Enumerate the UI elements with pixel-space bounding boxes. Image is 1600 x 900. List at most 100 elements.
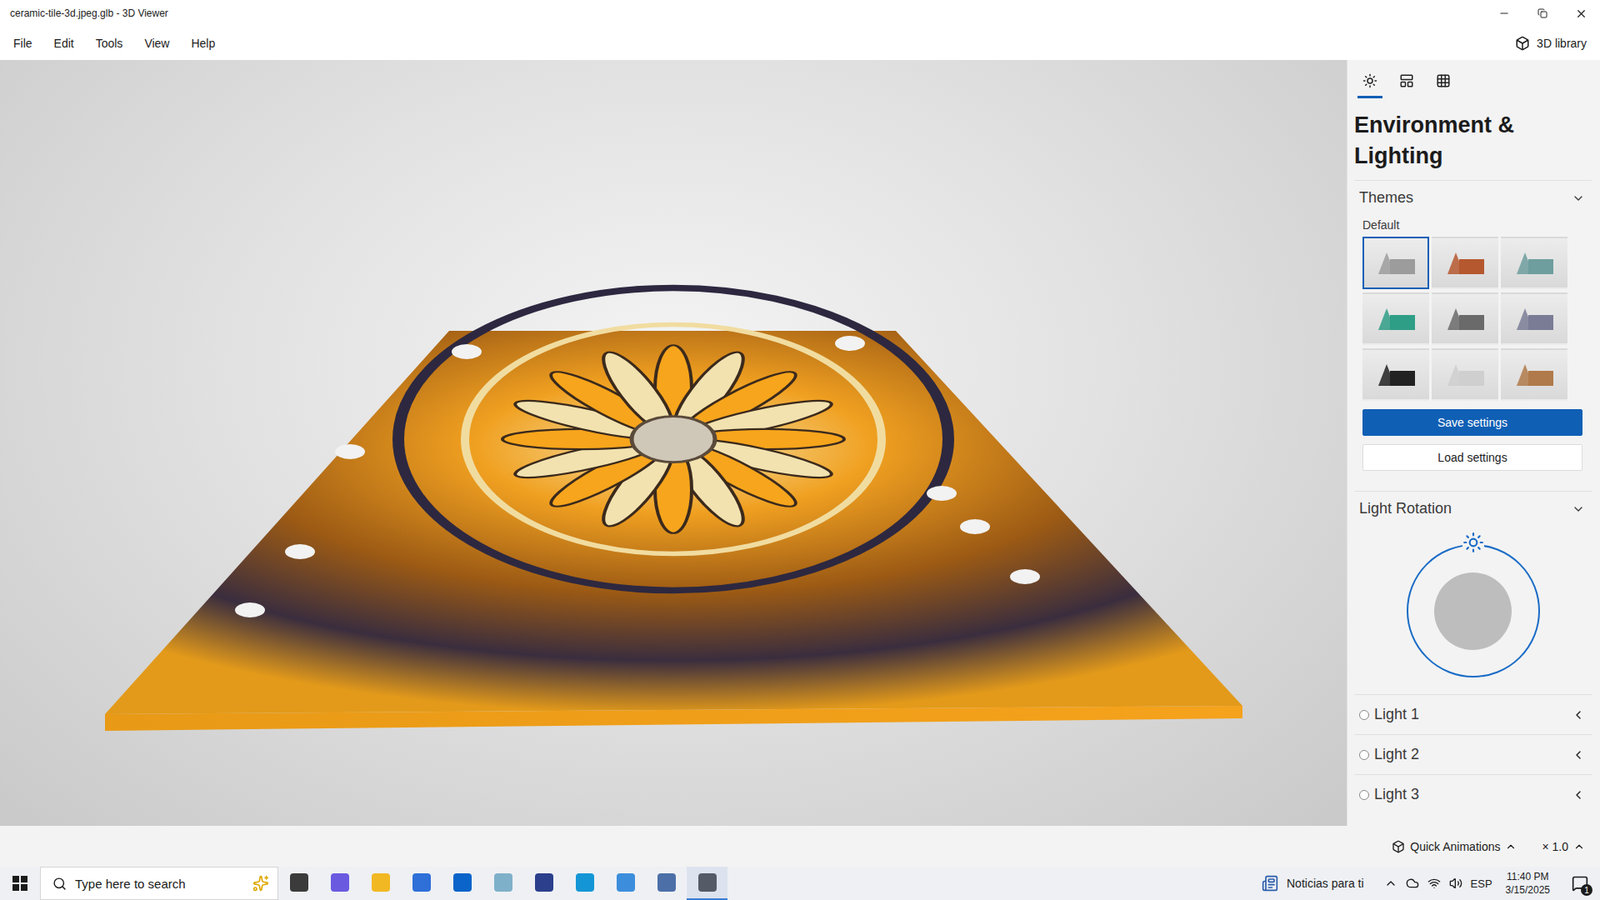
- theme-thumbnail[interactable]: [1431, 236, 1499, 290]
- light-radio[interactable]: [1359, 790, 1370, 800]
- notification-badge: 1: [1580, 884, 1593, 896]
- system-tray: Noticias para ti ESP 11:40 PM3/15/2025 1: [1261, 866, 1600, 900]
- taskbar-app[interactable]: [564, 866, 605, 900]
- light-radio[interactable]: [1359, 750, 1370, 760]
- windows-icon: [12, 875, 28, 891]
- taskbar-app[interactable]: [278, 866, 320, 900]
- taskbar-app[interactable]: [482, 866, 524, 900]
- sparkles-icon: [252, 875, 270, 892]
- taskbar-app[interactable]: [686, 866, 728, 900]
- start-button[interactable]: [0, 866, 40, 900]
- restore-button[interactable]: [1523, 0, 1562, 27]
- theme-preview-icon: [1511, 360, 1557, 390]
- title-bar: ceramic-tile-3d.jpeg.glb - 3D Viewer: [0, 0, 1600, 27]
- chevron-down-icon: [1571, 191, 1585, 205]
- chevron-left-icon: [1571, 748, 1585, 762]
- grid-icon: [1435, 73, 1451, 89]
- taskbar-app[interactable]: [605, 866, 646, 900]
- stats-icon: [1399, 73, 1415, 89]
- light-row[interactable]: Light 2: [1354, 734, 1592, 775]
- language-indicator[interactable]: ESP: [1470, 877, 1493, 890]
- quick-animations-button[interactable]: Quick Animations: [1390, 836, 1519, 857]
- notes-icon: [494, 873, 513, 892]
- taskbar-app[interactable]: [645, 866, 687, 900]
- search-icon: [52, 876, 67, 891]
- light-radio[interactable]: [1359, 710, 1370, 720]
- light-rotation-dial[interactable]: [1406, 544, 1540, 678]
- panel-tab[interactable]: [1357, 65, 1383, 99]
- clock[interactable]: 11:40 PM3/15/2025: [1500, 870, 1555, 897]
- viewport[interactable]: [0, 60, 1347, 826]
- theme-thumbnail[interactable]: [1362, 236, 1430, 290]
- notification-button[interactable]: 1: [1563, 866, 1597, 900]
- minimize-button[interactable]: [1485, 0, 1524, 27]
- load-button[interactable]: Load settings: [1362, 444, 1583, 471]
- news-widget[interactable]: Noticias para ti: [1286, 876, 1365, 890]
- menu-item[interactable]: Tools: [89, 31, 130, 55]
- explorer-icon: [371, 873, 390, 892]
- theme-thumbnail[interactable]: [1431, 292, 1499, 345]
- volume-icon[interactable]: [1449, 876, 1463, 890]
- taskbar-search[interactable]: Type here to search: [40, 866, 279, 900]
- cloud-icon[interactable]: [1405, 876, 1420, 890]
- taskbar-app[interactable]: [441, 866, 483, 900]
- theme-preview-icon: [1373, 305, 1419, 334]
- theme-thumbnail[interactable]: [1500, 348, 1568, 401]
- panel-tab[interactable]: [1430, 65, 1456, 99]
- light-handle[interactable]: [1462, 531, 1485, 554]
- theme-preview-icon: [1511, 305, 1557, 334]
- theme-grid: [1354, 236, 1592, 401]
- chevron-down-icon: [1571, 502, 1585, 516]
- speed-button[interactable]: × 1.0: [1540, 836, 1587, 857]
- panel-tab[interactable]: [1394, 65, 1420, 99]
- panel-title: Environment & Lighting: [1354, 110, 1592, 172]
- theme-preview-icon: [1442, 360, 1488, 390]
- menu-item[interactable]: File: [6, 31, 40, 55]
- menu-item[interactable]: Help: [184, 31, 222, 55]
- themes-header[interactable]: Themes: [1354, 180, 1592, 215]
- theme-preview-icon: [1442, 305, 1488, 334]
- chevron-up-icon[interactable]: [1384, 876, 1398, 890]
- window-title: ceramic-tile-3d.jpeg.glb - 3D Viewer: [10, 7, 1485, 20]
- theme-thumbnail[interactable]: [1362, 292, 1430, 345]
- close-icon: [1575, 7, 1588, 20]
- save-button[interactable]: Save settings: [1362, 409, 1583, 436]
- taskbar-app[interactable]: [319, 866, 360, 900]
- light-rotation-header[interactable]: Light Rotation: [1354, 490, 1592, 526]
- taskbar: Type here to searchNoticias para tiESP11…: [0, 866, 1600, 900]
- chevron-up-icon: [1505, 840, 1517, 853]
- taskbar-app[interactable]: [523, 866, 565, 900]
- edge-icon: [575, 873, 595, 892]
- taskbar-app[interactable]: [360, 866, 401, 900]
- menu-item[interactable]: View: [137, 31, 176, 55]
- chevron-left-icon: [1571, 788, 1585, 802]
- close-button[interactable]: [1561, 0, 1600, 27]
- theme-preview-icon: [1373, 249, 1419, 278]
- sun-icon: [1362, 73, 1378, 89]
- library-button[interactable]: 3D library: [1508, 30, 1594, 56]
- sun-icon: [1462, 531, 1485, 554]
- menu-item[interactable]: Edit: [47, 31, 81, 55]
- model-render[interactable]: [0, 60, 1347, 826]
- news-icon: [1261, 875, 1279, 892]
- theme-thumbnail[interactable]: [1500, 292, 1568, 345]
- outlook-icon: [453, 873, 472, 892]
- viewer3d-icon: [698, 873, 717, 892]
- network-icon[interactable]: [1427, 876, 1441, 890]
- group-label: Default: [1354, 215, 1592, 237]
- light-row[interactable]: Light 1: [1354, 694, 1592, 735]
- app-window: ceramic-tile-3d.jpeg.glb - 3D Viewer File…: [0, 0, 1600, 900]
- light-row[interactable]: Light 3: [1354, 774, 1592, 815]
- menu-bar: File Edit Tools View Help 3D library: [0, 26, 1600, 60]
- status-bar: Quick Animations × 1.0: [0, 825, 1600, 867]
- theme-thumbnail[interactable]: [1362, 348, 1430, 401]
- light-sphere: [1434, 572, 1512, 650]
- chevron-left-icon: [1571, 708, 1585, 722]
- theme-thumbnail[interactable]: [1431, 348, 1499, 401]
- theme-thumbnail[interactable]: [1500, 236, 1568, 290]
- theme-preview-icon: [1511, 249, 1557, 278]
- taskbar-app[interactable]: [400, 866, 442, 900]
- chevron-up-icon: [1573, 840, 1585, 853]
- theme-preview-icon: [1442, 249, 1488, 278]
- copilot-icon: [330, 873, 350, 892]
